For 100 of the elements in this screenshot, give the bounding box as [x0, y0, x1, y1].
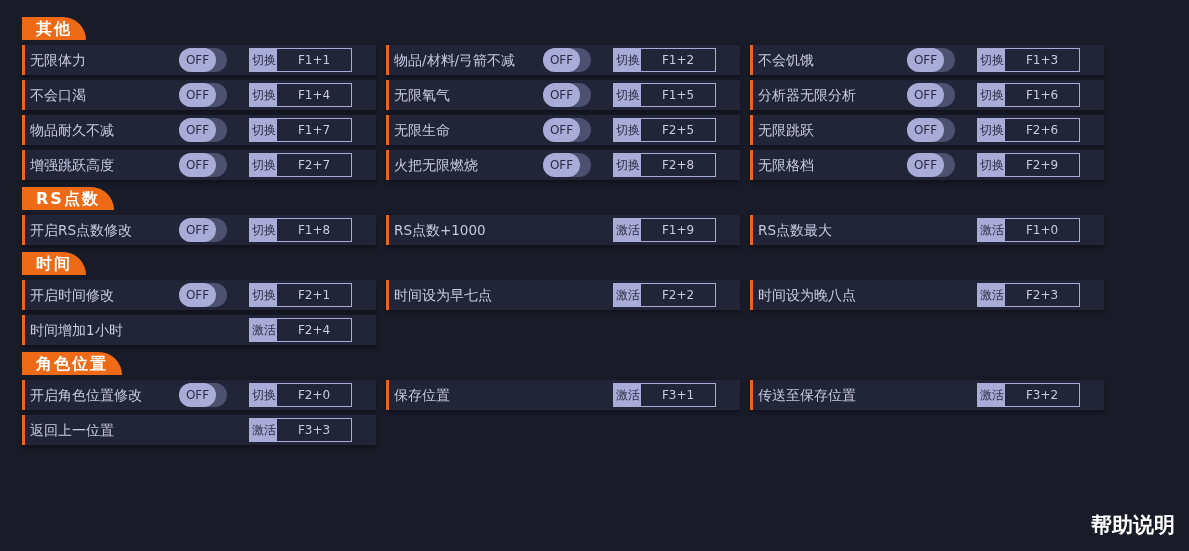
cheat-label: 返回上一位置	[30, 420, 115, 440]
hotkey-mode-label: 切换	[978, 119, 1005, 141]
toggle-switch[interactable]: OFF	[543, 83, 591, 107]
hotkey-field[interactable]: 激活 F2+2	[613, 283, 716, 307]
cheat-label: 时间设为晚八点	[758, 285, 857, 305]
cheat-label: 物品耐久不减	[30, 120, 115, 140]
hotkey-mode-label: 激活	[978, 384, 1005, 406]
toggle-switch[interactable]: OFF	[907, 153, 955, 177]
cheat-label: 不会口渴	[30, 85, 87, 105]
section-header: 其他	[22, 17, 86, 40]
hotkey-field[interactable]: 切换 F1+2	[613, 48, 716, 72]
section-header: RS点数	[22, 187, 114, 210]
hotkey-mode-label: 切换	[250, 119, 277, 141]
hotkey-mode-label: 切换	[250, 219, 277, 241]
cheat-label: 火把无限燃烧	[394, 155, 479, 175]
hotkey-value: F1+7	[296, 122, 332, 139]
hotkey-field[interactable]: 切换 F1+4	[249, 83, 352, 107]
hotkey-field[interactable]: 激活 F3+1	[613, 383, 716, 407]
hotkey-field[interactable]: 激活 F1+9	[613, 218, 716, 242]
hotkey-value: F1+3	[1024, 52, 1060, 69]
hotkey-value: F2+9	[1024, 157, 1060, 174]
cheat-label: 无限跳跃	[758, 120, 815, 140]
hotkey-value: F1+8	[296, 222, 332, 239]
hotkey-value: F3+3	[296, 422, 332, 439]
hotkey-field[interactable]: 切换 F1+3	[977, 48, 1080, 72]
toggle-switch[interactable]: OFF	[179, 218, 227, 242]
hotkey-field[interactable]: 激活 F1+0	[977, 218, 1080, 242]
hotkey-mode-label: 切换	[614, 119, 641, 141]
toggle-switch[interactable]: OFF	[179, 118, 227, 142]
hotkey-value: F2+3	[1024, 287, 1060, 304]
hotkey-value: F1+9	[660, 222, 696, 239]
hotkey-value: F2+5	[660, 122, 696, 139]
hotkey-field[interactable]: 切换 F1+7	[249, 118, 352, 142]
hotkey-mode-label: 激活	[978, 219, 1005, 241]
hotkey-mode-label: 切换	[978, 154, 1005, 176]
hotkey-value: F1+1	[296, 52, 332, 69]
cheat-label: 分析器无限分析	[758, 85, 857, 105]
cheat-label: RS点数最大	[758, 220, 833, 240]
hotkey-field[interactable]: 切换 F1+5	[613, 83, 716, 107]
hotkey-value: F2+2	[660, 287, 696, 304]
hotkey-mode-label: 激活	[250, 319, 277, 341]
hotkey-field[interactable]: 切换 F1+8	[249, 218, 352, 242]
toggle-switch[interactable]: OFF	[907, 48, 955, 72]
cheat-label: 无限生命	[394, 120, 451, 140]
hotkey-field[interactable]: 切换 F2+0	[249, 383, 352, 407]
toggle-switch[interactable]: OFF	[907, 118, 955, 142]
hotkey-mode-label: 激活	[614, 219, 641, 241]
hotkey-mode-label: 切换	[250, 154, 277, 176]
hotkey-mode-label: 切换	[614, 154, 641, 176]
cheat-label: 传送至保存位置	[758, 385, 857, 405]
cheat-label: 时间增加1小时	[30, 320, 124, 340]
cheat-label: 物品/材料/弓箭不减	[394, 50, 517, 70]
hotkey-field[interactable]: 激活 F3+2	[977, 383, 1080, 407]
cheat-label: 无限格档	[758, 155, 815, 175]
hotkey-field[interactable]: 切换 F2+5	[613, 118, 716, 142]
toggle-switch[interactable]: OFF	[543, 48, 591, 72]
hotkey-mode-label: 切换	[614, 49, 641, 71]
hotkey-field[interactable]: 切换 F2+9	[977, 153, 1080, 177]
toggle-switch[interactable]: OFF	[179, 48, 227, 72]
hotkey-mode-label: 切换	[250, 49, 277, 71]
hotkey-field[interactable]: 激活 F2+3	[977, 283, 1080, 307]
hotkey-mode-label: 激活	[978, 284, 1005, 306]
hotkey-value: F2+1	[296, 287, 332, 304]
hotkey-mode-label: 切换	[614, 84, 641, 106]
hotkey-value: F1+5	[660, 87, 696, 104]
cheat-label: 增强跳跃高度	[30, 155, 115, 175]
hotkey-mode-label: 切换	[250, 384, 277, 406]
hotkey-field[interactable]: 激活 F3+3	[249, 418, 352, 442]
cheat-label: 不会饥饿	[758, 50, 815, 70]
hotkey-field[interactable]: 切换 F2+1	[249, 283, 352, 307]
cheat-label: 开启角色位置修改	[30, 385, 143, 405]
help-link[interactable]: 帮助说明	[1091, 509, 1175, 541]
cheat-label: 保存位置	[394, 385, 451, 405]
toggle-switch[interactable]: OFF	[179, 383, 227, 407]
hotkey-value: F1+2	[660, 52, 696, 69]
toggle-switch[interactable]: OFF	[543, 153, 591, 177]
toggle-switch[interactable]: OFF	[179, 283, 227, 307]
hotkey-value: F1+4	[296, 87, 332, 104]
cheat-label: 时间设为早七点	[394, 285, 493, 305]
hotkey-mode-label: 激活	[614, 384, 641, 406]
hotkey-field[interactable]: 激活 F2+4	[249, 318, 352, 342]
hotkey-mode-label: 激活	[614, 284, 641, 306]
hotkey-field[interactable]: 切换 F1+6	[977, 83, 1080, 107]
cheat-label: 开启RS点数修改	[30, 220, 133, 240]
hotkey-value: F2+0	[296, 387, 332, 404]
hotkey-field[interactable]: 切换 F2+8	[613, 153, 716, 177]
toggle-switch[interactable]: OFF	[179, 83, 227, 107]
hotkey-field[interactable]: 切换 F2+6	[977, 118, 1080, 142]
hotkey-field[interactable]: 切换 F2+7	[249, 153, 352, 177]
hotkey-mode-label: 切换	[250, 84, 277, 106]
toggle-switch[interactable]: OFF	[543, 118, 591, 142]
hotkey-field[interactable]: 切换 F1+1	[249, 48, 352, 72]
hotkey-value: F3+2	[1024, 387, 1060, 404]
toggle-switch[interactable]: OFF	[179, 153, 227, 177]
hotkey-value: F2+7	[296, 157, 332, 174]
cheat-label: 无限体力	[30, 50, 87, 70]
section-header: 时间	[22, 252, 86, 275]
cheat-label: 无限氧气	[394, 85, 451, 105]
toggle-switch[interactable]: OFF	[907, 83, 955, 107]
hotkey-value: F2+8	[660, 157, 696, 174]
